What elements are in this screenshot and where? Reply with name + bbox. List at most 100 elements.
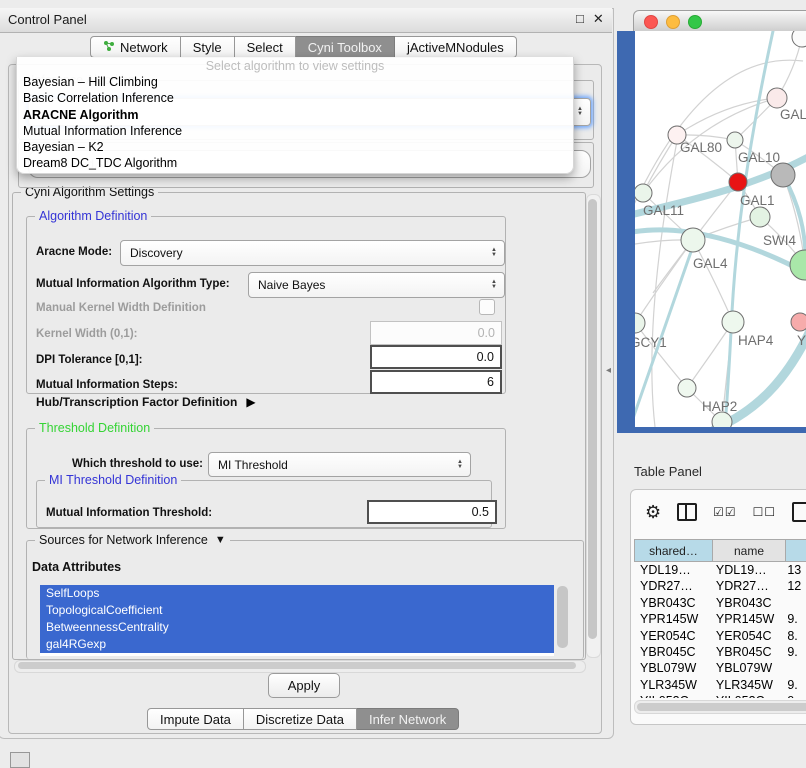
attributes-scrollbar[interactable] [556,585,569,656]
hub-definition-expander[interactable]: Hub/Transcription Factor Definition ▶ [36,395,256,409]
close-icon[interactable]: ✕ [593,11,604,27]
table-horizontal-scrollbar[interactable] [634,700,806,714]
network-node[interactable] [729,173,747,191]
sources-group-title-row[interactable]: Sources for Network Inference ▼ [35,533,230,547]
network-edge[interactable] [635,323,687,388]
collapsed-panel-handle[interactable] [10,752,30,768]
table-horizontal-scrollbar-thumb[interactable] [637,703,806,711]
column-header-third[interactable] [786,539,806,562]
network-node[interactable] [727,132,743,148]
algorithm-option[interactable]: Dream8 DC_TDC Algorithm [17,155,573,171]
tab-cyni-toolbox[interactable]: Cyni Toolbox [296,36,395,58]
network-node[interactable] [678,379,696,397]
columns-icon[interactable] [677,503,697,521]
algorithm-dropdown-list: Select algorithm to view settings Bayesi… [16,57,574,174]
manual-kernel-width-checkbox[interactable] [479,299,495,315]
tab-infer-network[interactable]: Infer Network [357,708,459,730]
float-window-icon[interactable]: □ [576,11,584,27]
network-node[interactable] [791,313,806,331]
network-node[interactable] [792,31,806,47]
data-attributes-list[interactable]: SelfLoopsTopologicalCoefficientBetweenne… [40,585,554,656]
minimize-traffic-light-icon[interactable] [666,15,680,29]
network-node[interactable] [712,412,732,427]
table-row[interactable]: YPR145WYPR145W9. [634,612,806,628]
kernel-width-field[interactable]: 0.0 [370,321,502,345]
tab-discretize-data[interactable]: Discretize Data [244,708,357,730]
stepper-icon: ▲▼ [577,107,583,117]
gear-icon[interactable]: ⚙ [645,503,661,521]
network-node[interactable] [722,311,744,333]
table-cell: YDR27… [634,579,710,595]
column-header-name[interactable]: name [713,539,786,562]
zoom-traffic-light-icon[interactable] [688,15,702,29]
network-edge[interactable] [677,98,777,135]
control-panel-titlebar[interactable] [0,8,612,33]
select-all-checkboxes-icon[interactable]: ☑☑ [713,505,737,519]
network-node[interactable] [635,184,652,202]
data-attribute-item[interactable]: gal4RGexp [40,636,554,653]
network-node[interactable] [750,207,770,227]
network-edge[interactable] [635,240,693,323]
table-cell: YBL079W [710,661,781,677]
tab-impute-data[interactable]: Impute Data [147,708,244,730]
table-row[interactable]: YLR345WYLR345W9. [634,678,806,694]
algorithm-option[interactable]: Mutual Information Inference [17,123,573,139]
new-table-icon[interactable] [792,502,806,522]
table-row[interactable]: YBR043CYBR043C [634,596,806,612]
network-edge[interactable] [643,135,677,193]
tab-jactivemnodules[interactable]: jActiveMNodules [395,36,517,58]
close-traffic-light-icon[interactable] [644,15,658,29]
network-node[interactable] [681,228,705,252]
dpi-tolerance-field[interactable]: 0.0 [370,345,502,369]
column-header-shared-name[interactable]: shared… [634,539,713,562]
table-row[interactable]: YER054CYER054C8. [634,629,806,645]
table-row[interactable]: YBR045CYBR045C9. [634,645,806,661]
apply-button[interactable]: Apply [268,673,340,698]
data-attribute-item[interactable]: TopologicalCoefficient [40,602,554,619]
data-attribute-item[interactable]: BetweennessCentrality [40,619,554,636]
network-window-titlebar[interactable] [633,10,806,32]
algorithm-option[interactable]: Basic Correlation Inference [17,90,573,106]
settings-vertical-scrollbar-thumb[interactable] [588,199,597,639]
network-canvas[interactable]: GALGAL80GAL10GAL1GAL11SWI4GAL4GCY1HAP4YH… [635,31,806,427]
network-node[interactable] [790,250,806,280]
algorithm-option[interactable]: Bayesian – Hill Climbing [17,74,573,90]
table-row[interactable]: YBL079WYBL079W [634,661,806,677]
network-edge[interactable] [693,240,733,322]
table-header-row: shared… name [634,539,806,562]
table-cell: 9. [781,612,806,628]
settings-vertical-scrollbar[interactable] [586,194,601,658]
tab-select-label: Select [247,40,283,55]
control-panel-tabs: Network Style Select Cyni Toolbox jActiv… [90,36,517,58]
table-row[interactable]: YIL053CYIL053C9. [634,694,806,698]
mi-algorithm-type-combobox[interactable]: Naive Bayes ▲▼ [248,272,505,298]
network-edge-highlighted[interactable] [725,31,773,427]
settings-horizontal-scrollbar-thumb[interactable] [18,662,576,669]
network-node[interactable] [767,88,787,108]
aracne-mode-combobox[interactable]: Discovery ▲▼ [120,240,505,266]
table-row[interactable]: YDL19…YDL19…13 [634,563,806,579]
algorithm-option[interactable]: ARACNE Algorithm [17,107,573,123]
data-attribute-item[interactable]: SelfLoops [40,585,554,602]
attributes-scrollbar-thumb[interactable] [557,586,568,648]
mi-threshold-field[interactable]: 0.5 [367,500,497,524]
deselect-all-checkboxes-icon[interactable]: ☐☐ [753,505,777,519]
settings-horizontal-scrollbar[interactable] [14,660,586,673]
algorithm-option[interactable]: Bayesian – K2 [17,139,573,155]
tab-style[interactable]: Style [181,36,235,58]
network-edge[interactable] [635,60,803,211]
table-cell: YLR345W [710,678,781,694]
network-node[interactable] [771,163,795,187]
tab-select[interactable]: Select [235,36,296,58]
tab-network[interactable]: Network [90,36,181,58]
tab-network-label: Network [120,40,168,55]
panel-collapse-arrow[interactable]: ◂ [606,365,611,376]
network-node-label: GAL [780,107,806,122]
network-node[interactable] [635,313,645,333]
which-threshold-combobox[interactable]: MI Threshold ▲▼ [208,452,471,477]
network-edge[interactable] [652,141,677,427]
table-toolbar: ⚙ ☑☑ ☐☐ [645,502,806,522]
table-row[interactable]: YDR27…YDR27…12 [634,579,806,595]
mi-steps-field[interactable]: 6 [370,370,502,394]
stepper-icon: ▲▼ [491,248,497,258]
